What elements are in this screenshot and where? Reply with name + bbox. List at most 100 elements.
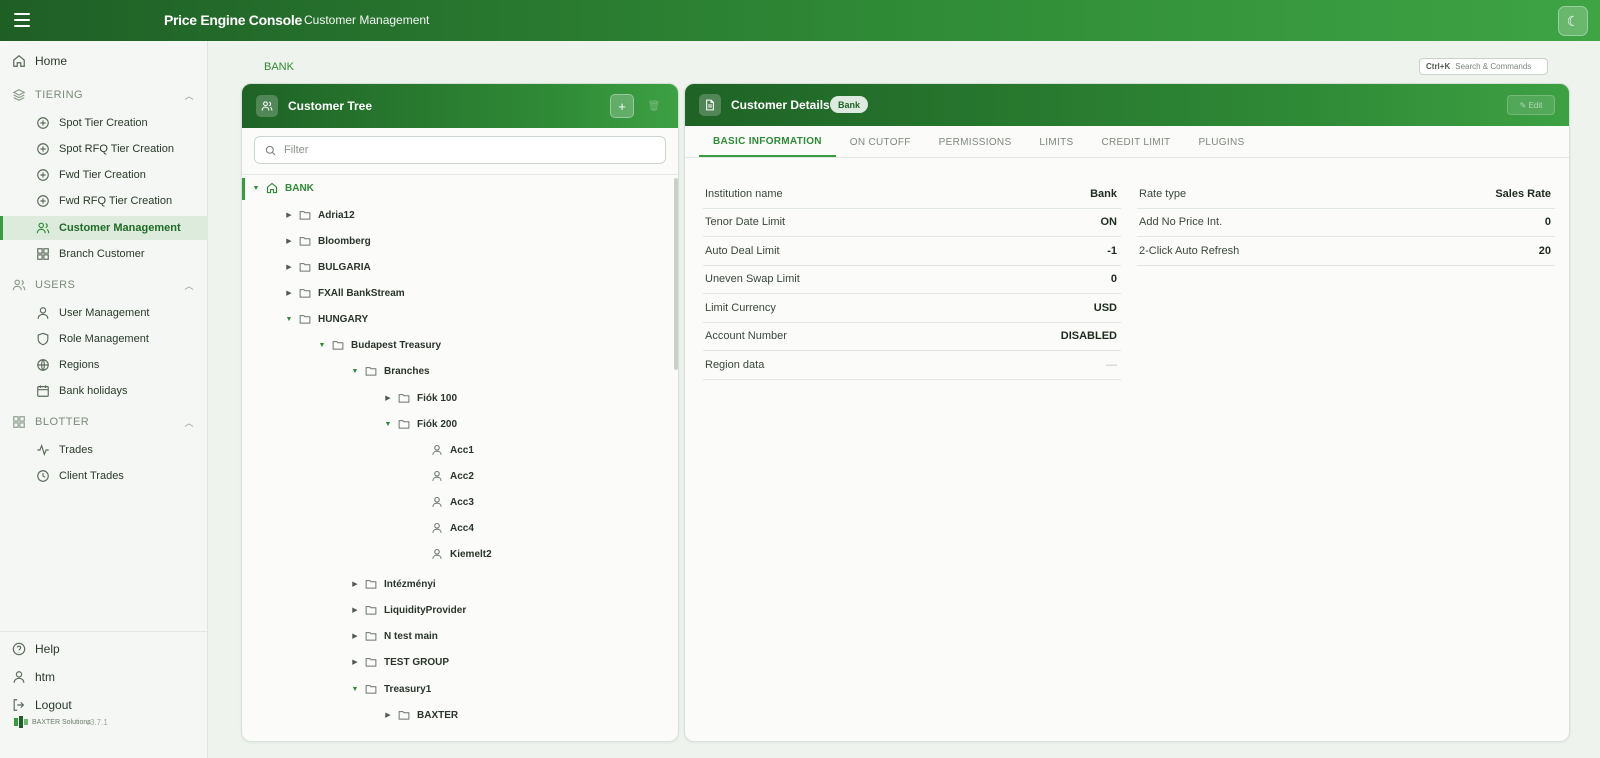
sidebar-item-customer-management[interactable]: Customer Management [0, 216, 208, 240]
user-icon [12, 670, 26, 684]
tree-node-label: Fiók 200 [417, 418, 458, 430]
divider [242, 174, 678, 175]
tab-basic-information[interactable]: BASIC INFORMATION [699, 127, 836, 157]
tree-scrollbar[interactable] [674, 178, 678, 370]
tree-node[interactable]: Acc2 [415, 466, 474, 486]
caret-right-icon[interactable]: ▶ [283, 237, 295, 245]
tree-node[interactable]: ▶ FXAll BankStream [283, 283, 404, 303]
tree-node[interactable]: Acc3 [415, 492, 474, 512]
tree-node[interactable]: Acc4 [415, 518, 474, 538]
sidebar-item-fwd-tier-creation[interactable]: Fwd Tier Creation [0, 163, 208, 187]
field-value: Bank [1090, 187, 1117, 200]
tab-on-cutoff[interactable]: ON CUTOFF [836, 127, 925, 157]
sidebar-item-label: User Management [59, 307, 150, 319]
folder-icon [365, 630, 377, 642]
tree-node[interactable]: ▶ BULGARIA [283, 257, 370, 277]
caret-right-icon[interactable]: ▶ [349, 606, 361, 614]
add-customer-button[interactable]: + [610, 94, 634, 118]
delete-customer-button[interactable]: 🗑 [642, 94, 666, 118]
logo-text: BAXTER Solutions [32, 718, 91, 726]
sidebar-item-label: Branch Customer [59, 248, 145, 260]
sidebar-item-help[interactable]: Help [0, 637, 208, 661]
tree-node[interactable]: ▼ Fiók 200 [382, 414, 458, 434]
caret-right-icon[interactable]: ▶ [349, 658, 361, 666]
sidebar-item-client-trades[interactable]: Client Trades [0, 464, 208, 488]
caret-right-icon[interactable]: ▶ [382, 711, 394, 719]
section-tiering[interactable]: TIERING ︿ [0, 84, 208, 106]
tree-node[interactable]: ▶ TEST GROUP [349, 652, 449, 672]
help-icon [12, 642, 26, 656]
caret-down-icon[interactable]: ▼ [382, 421, 394, 428]
tree-node[interactable]: ▼ Branches [349, 361, 430, 381]
field-row: Limit Currency USD [703, 294, 1121, 323]
sidebar-item-bank-holidays[interactable]: Bank holidays [0, 379, 208, 403]
caret-right-icon[interactable]: ▶ [349, 632, 361, 640]
sidebar-item-user[interactable]: htm [0, 665, 208, 689]
sidebar-item-branch-customer[interactable]: Branch Customer [0, 242, 208, 266]
sidebar-item-label: Bank holidays [59, 385, 128, 397]
tab-permissions[interactable]: PERMISSIONS [925, 127, 1026, 157]
breadcrumb[interactable]: BANK [264, 61, 294, 73]
customer-details-panel: Customer Details Bank ✎ Edit BASIC INFOR… [684, 83, 1570, 742]
sidebar-item-spot-tier-creation[interactable]: Spot Tier Creation [0, 111, 208, 135]
caret-right-icon[interactable]: ▶ [349, 580, 361, 588]
sidebar-item-home[interactable]: Home [0, 49, 208, 73]
sidebar-item-fwd-rfq-tier-creation[interactable]: Fwd RFQ Tier Creation [0, 189, 208, 213]
field-row: Institution name Bank [703, 180, 1121, 209]
tree-node[interactable]: ▶ N test main [349, 626, 438, 646]
tree-node[interactable]: ▶ LiquidityProvider [349, 600, 466, 620]
tab-limits[interactable]: LIMITS [1025, 127, 1087, 157]
tree-node[interactable]: ▼ HUNGARY [283, 309, 369, 329]
field-value: USD [1093, 301, 1117, 314]
tree-node-label: Acc2 [450, 470, 474, 482]
sidebar-item-label: Regions [59, 359, 100, 371]
section-users[interactable]: USERS ︿ [0, 274, 208, 296]
folder-icon [398, 418, 410, 430]
tree-node[interactable]: Acc1 [415, 440, 474, 460]
tree-node[interactable]: ▼ BANK [250, 178, 314, 198]
sidebar-item-regions[interactable]: Regions [0, 353, 208, 377]
sidebar-item-logout[interactable]: Logout [0, 693, 208, 717]
caret-right-icon[interactable]: ▶ [283, 289, 295, 297]
tree-node[interactable]: ▶ Adria12 [283, 205, 354, 225]
caret-right-icon[interactable]: ▶ [283, 263, 295, 271]
tree-node-label: Kiemelt2 [450, 548, 492, 560]
tab-credit-limit[interactable]: CREDIT LIMIT [1087, 127, 1184, 157]
section-label: USERS [35, 279, 76, 291]
details-panel-header: Customer Details Bank ✎ Edit [685, 84, 1569, 126]
tree-node[interactable]: ▶ Intézményi [349, 574, 436, 594]
tree-node-label: Intézményi [384, 578, 436, 590]
tab-plugins[interactable]: PLUGINS [1184, 127, 1258, 157]
caret-down-icon[interactable]: ▼ [316, 342, 328, 349]
caret-right-icon[interactable]: ▶ [382, 394, 394, 402]
tree-node[interactable]: ▼ Budapest Treasury [316, 335, 442, 355]
tree-node[interactable]: ▼ Treasury1 [349, 679, 432, 699]
edit-button[interactable]: ✎ Edit [1507, 95, 1555, 115]
page-subtitle: Customer Management [304, 13, 430, 27]
filter-input[interactable] [284, 144, 664, 156]
tree-node[interactable]: ▶ BAXTER [382, 705, 458, 725]
menu-icon[interactable] [14, 13, 30, 27]
folder-icon [365, 578, 377, 590]
caret-down-icon[interactable]: ▼ [349, 368, 361, 375]
user-icon [36, 306, 50, 320]
command-search-button[interactable]: Ctrl+K Search & Commands [1419, 58, 1548, 75]
tree-node[interactable]: ▶ Fiók 100 [382, 388, 457, 408]
tree-node[interactable]: ▶ Bloomberg [283, 231, 370, 251]
search-icon [265, 145, 276, 155]
filter-field[interactable] [254, 136, 666, 164]
caret-down-icon[interactable]: ▼ [283, 316, 295, 323]
tree-node[interactable]: Kiemelt2 [415, 544, 492, 564]
sidebar-item-user-management[interactable]: User Management [0, 301, 208, 325]
field-row: Uneven Swap Limit 0 [703, 266, 1121, 294]
theme-toggle-button[interactable]: ☾ [1558, 6, 1588, 36]
top-bar: Price Engine Console Customer Management… [0, 0, 1600, 41]
caret-down-icon[interactable]: ▼ [250, 185, 262, 192]
sidebar-item-trades[interactable]: Trades [0, 438, 208, 462]
users-icon [12, 278, 26, 292]
sidebar-item-spot-rfq-tier-creation[interactable]: Spot RFQ Tier Creation [0, 137, 208, 161]
section-blotter[interactable]: BLOTTER ︿ [0, 411, 208, 433]
sidebar-item-role-management[interactable]: Role Management [0, 327, 208, 351]
caret-down-icon[interactable]: ▼ [349, 686, 361, 693]
caret-right-icon[interactable]: ▶ [283, 211, 295, 219]
